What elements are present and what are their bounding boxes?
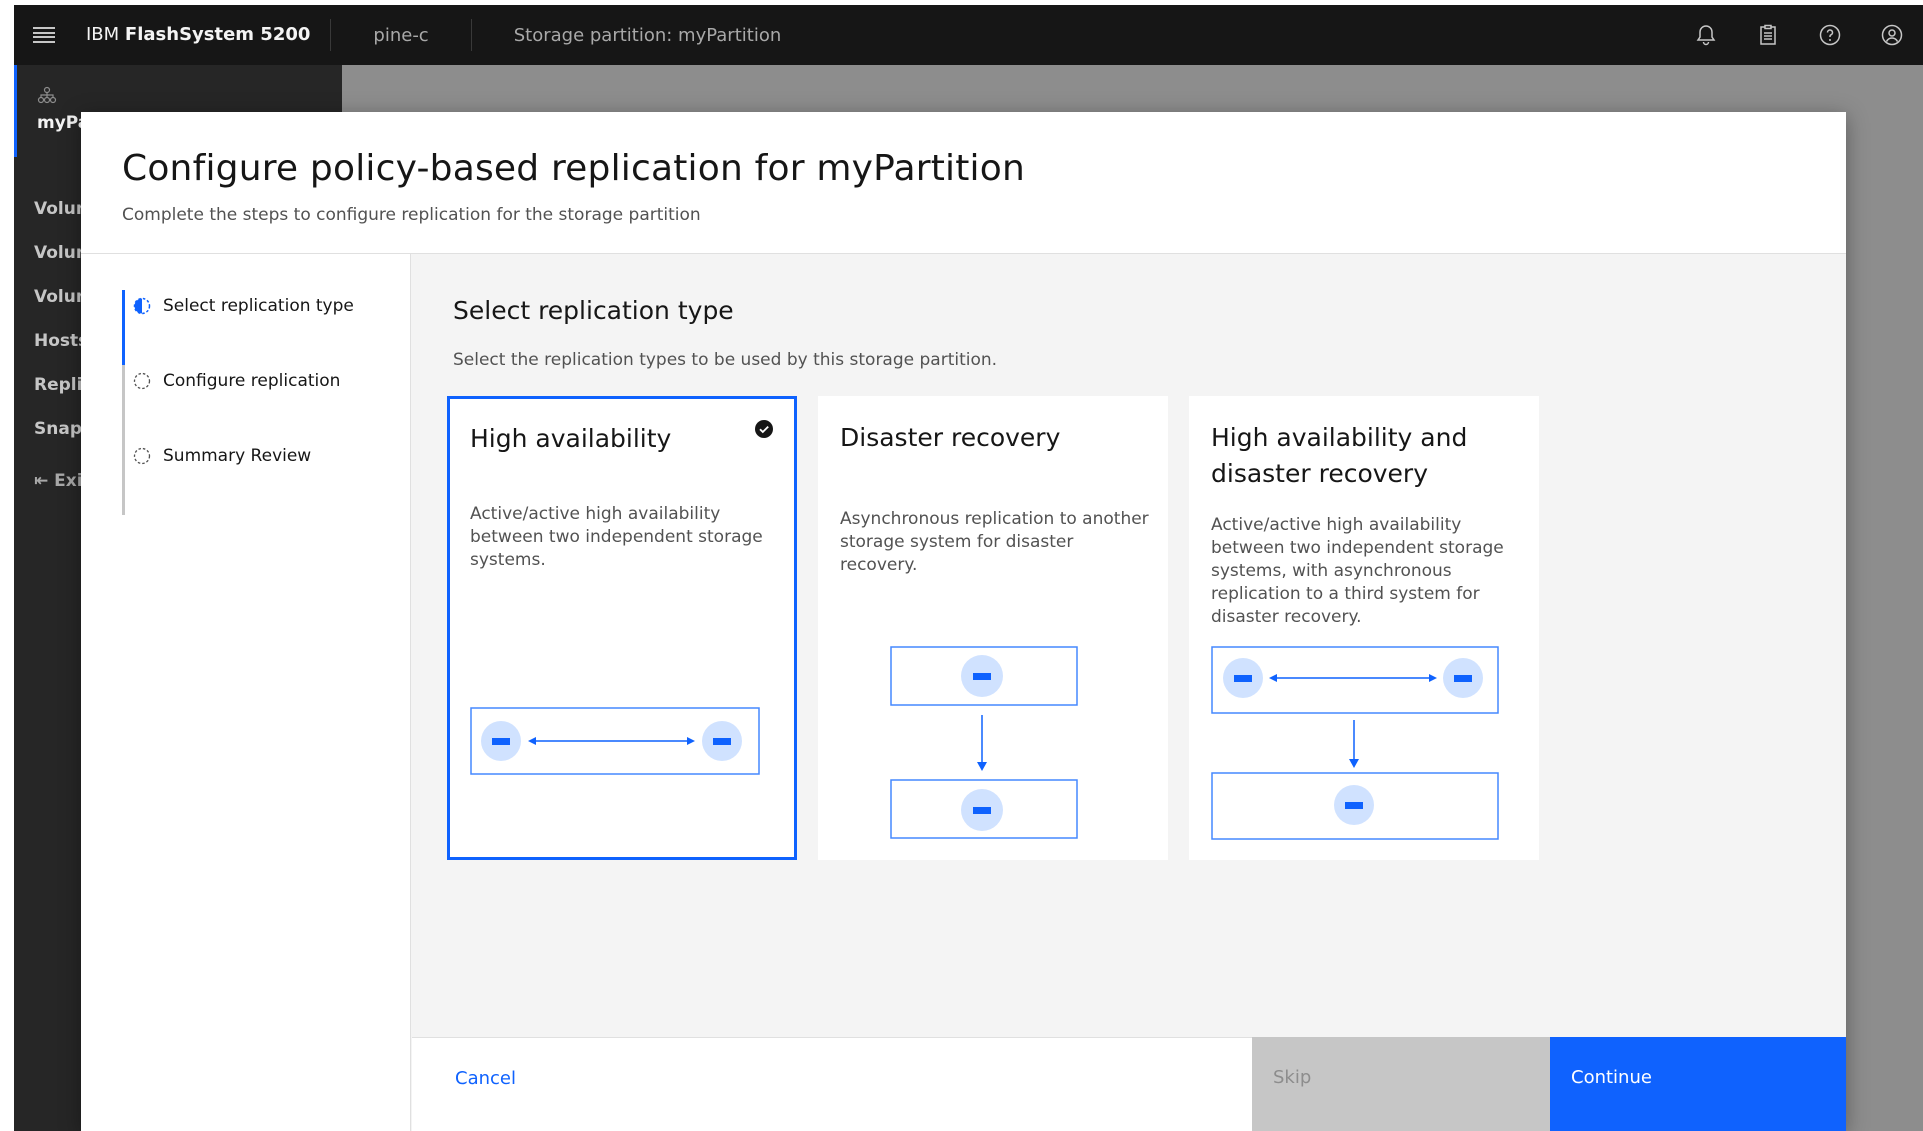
tile-ha-and-dr[interactable]: High availability and disaster recovery … — [1189, 396, 1539, 860]
step-incomplete-icon — [133, 372, 151, 390]
step-summary-review[interactable]: Summary Review — [122, 440, 382, 515]
header-actions — [1675, 5, 1923, 65]
tile-title: High availability and disaster recovery — [1211, 423, 1468, 488]
content-title: Select replication type — [453, 296, 734, 325]
modal-header: Configure policy-based replication for m… — [81, 112, 1846, 254]
ha-diagram — [470, 707, 760, 775]
step-current-icon — [133, 297, 151, 315]
brand-name: FlashSystem 5200 — [124, 24, 311, 45]
dr-diagram — [890, 646, 1078, 839]
top-header: IBM FlashSystem 5200 pine-c Storage part… — [14, 5, 1923, 65]
continue-button[interactable]: Continue — [1550, 1037, 1846, 1131]
partition-icon — [37, 86, 57, 104]
tile-title: Disaster recovery — [840, 423, 1061, 452]
checkmark-icon — [755, 420, 773, 438]
skip-button[interactable]: Skip — [1252, 1037, 1550, 1131]
tile-description: Active/active high availability between … — [470, 504, 763, 570]
step-label: Configure replication — [163, 371, 341, 391]
step-select-replication-type[interactable]: Select replication type — [122, 290, 382, 365]
exit-icon: ⇤ — [34, 471, 49, 491]
partition-name[interactable]: Storage partition: myPartition — [472, 25, 824, 46]
step-configure-replication[interactable]: Configure replication — [122, 365, 382, 440]
step-content: Select replication type Select the repli… — [412, 254, 1846, 982]
step-bar — [122, 365, 125, 440]
step-label: Summary Review — [163, 446, 312, 466]
replication-modal: Configure policy-based replication for m… — [81, 112, 1846, 1131]
step-label: Select replication type — [163, 296, 354, 316]
ha-dr-diagram — [1211, 646, 1499, 840]
modal-title: Configure policy-based replication for m… — [122, 148, 1025, 189]
system-name[interactable]: pine-c — [331, 25, 470, 46]
tile-title: High availability — [470, 424, 672, 453]
modal-subtitle: Complete the steps to configure replicat… — [122, 205, 701, 225]
user-icon[interactable] — [1861, 5, 1923, 65]
tile-description: Asynchronous replication to another stor… — [840, 509, 1149, 575]
modal-footer: Cancel Skip Continue — [412, 1037, 1846, 1131]
tile-disaster-recovery[interactable]: Disaster recovery Asynchronous replicati… — [818, 396, 1168, 860]
step-incomplete-icon — [133, 447, 151, 465]
progress-indicator: Select replication type Configure replic… — [81, 254, 411, 1131]
cancel-button[interactable]: Cancel — [412, 1037, 1252, 1131]
brand-prefix: IBM — [86, 24, 120, 45]
step-bar — [122, 440, 125, 515]
step-bar — [122, 290, 125, 365]
clipboard-icon[interactable] — [1737, 5, 1799, 65]
product-brand[interactable]: IBM FlashSystem 5200 — [74, 5, 330, 65]
tile-high-availability[interactable]: High availability Active/active high ava… — [447, 396, 797, 860]
menu-icon[interactable] — [14, 5, 74, 65]
notification-icon[interactable] — [1675, 5, 1737, 65]
help-icon[interactable] — [1799, 5, 1861, 65]
content-description: Select the replication types to be used … — [453, 350, 998, 370]
tile-description: Active/active high availability between … — [1211, 515, 1504, 627]
